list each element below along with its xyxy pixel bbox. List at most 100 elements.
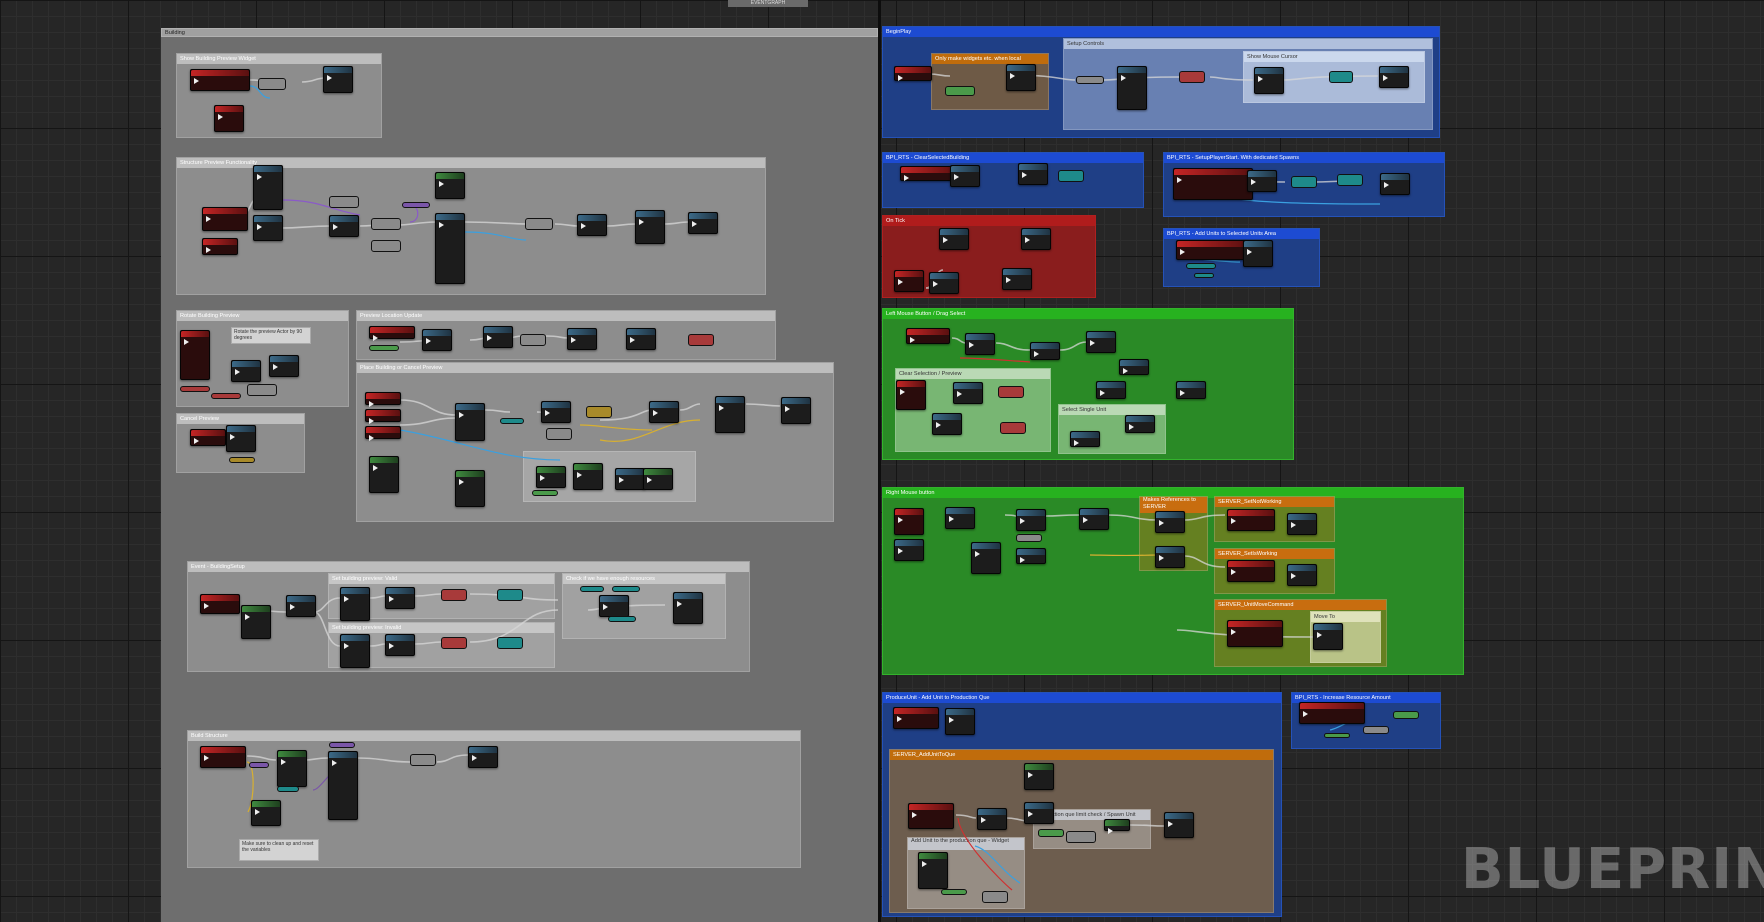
variable-node[interactable] (1186, 263, 1216, 269)
event-node[interactable] (365, 426, 401, 441)
variable-node[interactable] (329, 196, 359, 208)
variable-node[interactable] (500, 418, 524, 424)
event-node[interactable] (1176, 240, 1248, 260)
function-node[interactable] (971, 542, 1001, 574)
variable-node[interactable] (441, 637, 467, 649)
function-node[interactable] (1119, 359, 1149, 375)
variable-node[interactable] (612, 586, 640, 592)
event-node[interactable] (190, 429, 226, 446)
function-node[interactable] (455, 470, 485, 507)
function-node[interactable] (1155, 511, 1185, 533)
function-node[interactable] (894, 539, 924, 561)
variable-node[interactable] (546, 428, 572, 440)
function-node[interactable] (626, 328, 656, 350)
function-node[interactable] (945, 708, 975, 735)
event-node[interactable] (908, 803, 954, 829)
variable-node[interactable] (1038, 829, 1064, 837)
event-node[interactable] (202, 238, 238, 255)
event-node[interactable] (894, 508, 924, 535)
event-node[interactable] (1173, 168, 1253, 200)
event-node[interactable] (180, 330, 210, 380)
function-node[interactable] (385, 587, 415, 609)
variable-node[interactable] (402, 202, 430, 208)
function-node[interactable] (1155, 546, 1185, 568)
function-node[interactable] (929, 272, 959, 294)
function-node[interactable] (932, 413, 962, 435)
variable-node[interactable] (1000, 422, 1026, 434)
function-node[interactable] (953, 382, 983, 404)
function-node[interactable] (1380, 173, 1410, 195)
event-node[interactable] (369, 326, 415, 341)
variable-node[interactable] (277, 786, 299, 792)
event-node[interactable] (896, 380, 926, 410)
function-node[interactable] (435, 213, 465, 284)
graph-tab-title[interactable]: EVENTGRAPH (728, 0, 808, 7)
function-node[interactable] (715, 396, 745, 433)
variable-node[interactable] (608, 616, 636, 622)
variable-node[interactable] (941, 889, 967, 895)
variable-node[interactable] (998, 386, 1024, 398)
variable-node[interactable] (586, 406, 612, 418)
function-node[interactable] (1117, 66, 1147, 110)
function-node[interactable] (635, 210, 665, 244)
variable-node[interactable] (229, 457, 255, 463)
function-node[interactable] (483, 326, 513, 348)
function-node[interactable] (340, 587, 370, 621)
variable-node[interactable] (1016, 534, 1042, 542)
event-node[interactable] (894, 270, 924, 292)
function-node[interactable] (422, 329, 452, 351)
variable-node[interactable] (329, 742, 355, 748)
function-node[interactable] (435, 172, 465, 199)
function-node[interactable] (536, 466, 566, 488)
variable-node[interactable] (945, 86, 975, 96)
function-node[interactable] (231, 360, 261, 382)
function-node[interactable] (1086, 331, 1116, 353)
function-node[interactable] (241, 605, 271, 639)
function-node[interactable] (253, 165, 283, 210)
function-node[interactable] (977, 808, 1007, 830)
function-node[interactable] (1016, 548, 1046, 564)
function-node[interactable] (251, 800, 281, 826)
variable-node[interactable] (497, 589, 523, 601)
variable-node[interactable] (369, 345, 399, 351)
event-node[interactable] (894, 66, 932, 81)
function-node[interactable] (1079, 508, 1109, 530)
function-node[interactable] (328, 751, 358, 820)
function-node[interactable] (1287, 513, 1317, 535)
variable-node[interactable] (520, 334, 546, 346)
event-node[interactable] (190, 69, 250, 91)
function-node[interactable] (577, 214, 607, 236)
function-node[interactable] (1021, 228, 1051, 250)
variable-node[interactable] (525, 218, 553, 230)
function-node[interactable] (599, 595, 629, 617)
function-node[interactable] (1247, 170, 1277, 192)
function-node[interactable] (643, 468, 673, 490)
function-node[interactable] (286, 595, 316, 617)
function-node[interactable] (1104, 819, 1130, 834)
event-node[interactable] (893, 707, 939, 729)
function-node[interactable] (253, 215, 283, 241)
event-node[interactable] (1299, 702, 1365, 724)
function-node[interactable] (945, 507, 975, 529)
function-node[interactable] (468, 746, 498, 768)
variable-node[interactable] (1194, 273, 1214, 278)
variable-node[interactable] (982, 891, 1008, 903)
variable-node[interactable] (371, 240, 401, 252)
function-node[interactable] (1176, 381, 1206, 399)
function-node[interactable] (1125, 415, 1155, 433)
function-node[interactable] (269, 355, 299, 377)
variable-node[interactable] (1363, 726, 1389, 734)
event-node[interactable] (200, 594, 240, 614)
variable-node[interactable] (371, 218, 401, 230)
function-node[interactable] (541, 401, 571, 423)
function-node[interactable] (673, 592, 703, 624)
function-node[interactable] (1287, 564, 1317, 586)
comment-building[interactable]: Building (161, 28, 878, 37)
function-node[interactable] (1379, 66, 1409, 88)
event-node[interactable] (365, 392, 401, 407)
function-node[interactable] (1030, 342, 1060, 360)
function-node[interactable] (369, 456, 399, 493)
event-node[interactable] (214, 105, 244, 132)
function-node[interactable] (965, 333, 995, 355)
function-node[interactable] (455, 403, 485, 441)
